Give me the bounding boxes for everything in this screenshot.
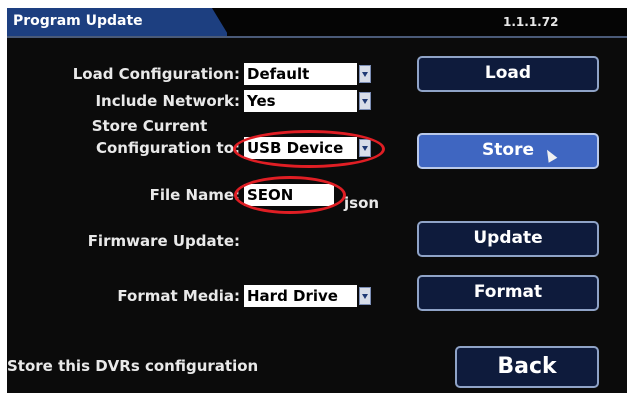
firmware-update-label: Firmware Update:	[87, 232, 240, 250]
format-media-label: Format Media:	[117, 287, 240, 305]
dvr-screen: Program Update 1.1.1.72 Load Configurati…	[7, 8, 627, 393]
back-button[interactable]: Back	[455, 346, 599, 388]
title-tab: Program Update	[7, 8, 227, 36]
store-current-label-line1: Store Current	[91, 117, 208, 135]
include-network-select[interactable]: Yes	[244, 90, 357, 112]
store-button[interactable]: Store	[417, 133, 599, 169]
update-button[interactable]: Update	[417, 221, 599, 257]
store-current-label-line2: Configuration to:	[95, 139, 240, 157]
status-text: Store this DVRs configuration	[7, 357, 259, 375]
include-network-chevron-down-icon[interactable]	[359, 92, 371, 110]
file-name-label: File Name:	[149, 186, 240, 204]
load-button[interactable]: Load	[417, 56, 599, 92]
format-media-select[interactable]: Hard Drive	[244, 285, 357, 307]
include-network-label: Include Network:	[95, 92, 240, 110]
format-button[interactable]: Format	[417, 275, 599, 311]
format-media-chevron-down-icon[interactable]	[359, 287, 371, 305]
load-config-label: Load Configuration:	[72, 65, 240, 83]
highlight-ring-store-location	[233, 130, 385, 168]
load-config-select[interactable]: Default	[244, 63, 357, 85]
file-extension-label: json	[344, 194, 380, 212]
highlight-ring-file-name	[234, 176, 346, 214]
load-config-chevron-down-icon[interactable]	[359, 65, 371, 83]
version-label: 1.1.1.72	[503, 15, 559, 29]
title-bar: Program Update 1.1.1.72	[7, 8, 627, 38]
page-title: Program Update	[13, 13, 143, 29]
